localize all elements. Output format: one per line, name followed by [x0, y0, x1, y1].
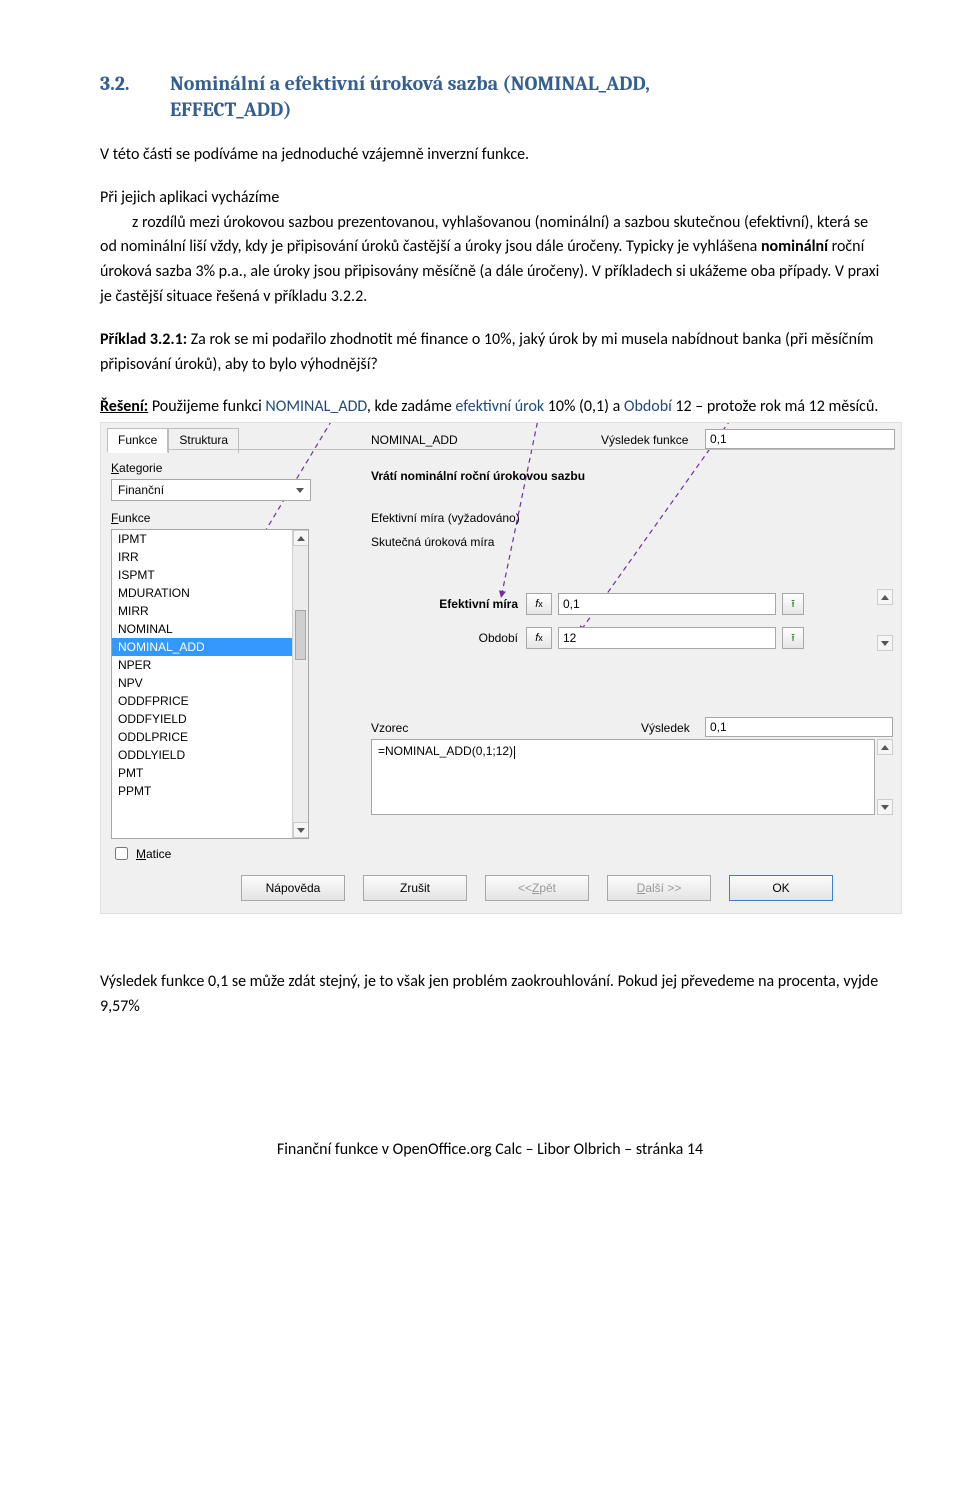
param-input-1[interactable]: 0,1 [558, 593, 776, 615]
solution-label: Řešení: [100, 397, 148, 416]
sol-t3: 10% (0,1) a [544, 397, 624, 416]
param-row-1: Efektivní míra fx 0,1 ⭱ [371, 593, 891, 615]
sol-t1: Použijeme funkci [148, 397, 265, 416]
example-block: Příklad 3.2.1: Za rok se mi podařilo zho… [100, 328, 880, 378]
fx-button-1[interactable]: fx [526, 593, 552, 615]
heading-number: 3.2. [100, 70, 170, 98]
text-cursor [514, 746, 515, 759]
sol-t4: 12 – protože rok má 12 měsíců. [672, 397, 879, 416]
function-list-item[interactable]: PMT [112, 764, 308, 782]
array-label: Matice [136, 847, 171, 861]
formula-label: Vzorec [371, 721, 408, 735]
after-line: Výsledek funkce 0,1 se může zdát stejný,… [100, 972, 878, 1016]
chevron-down-icon [296, 488, 304, 493]
heading-title-1: Nominální a efektivní úroková sazba (NOM… [170, 70, 650, 98]
sol-t2: , kde zadáme [367, 397, 456, 416]
result-label: Výsledek [641, 721, 690, 735]
example-body-head: Za rok se mi podařilo zhodnotit mé finan… [100, 330, 873, 374]
function-list-item[interactable]: NPV [112, 674, 308, 692]
shrink-button-1[interactable]: ⭱ [782, 593, 804, 615]
fn-result-label: Výsledek funkce [601, 433, 688, 447]
function-list-item[interactable]: NPER [112, 656, 308, 674]
param-row-2: Období fx 12 ⭱ [371, 627, 891, 649]
formula-scroll-up-icon[interactable] [877, 739, 893, 755]
params-scroll-up-icon[interactable] [877, 589, 893, 605]
next-button: Další >> [607, 875, 711, 901]
page-footer: Finanční funkce v OpenOffice.org Calc – … [100, 1140, 880, 1183]
array-checkbox[interactable] [115, 847, 128, 860]
fn-description: Vrátí nominální roční úrokovou sazbu [371, 469, 585, 483]
fn-result-box: 0,1 [705, 429, 895, 449]
function-list-item[interactable]: IPMT [112, 530, 308, 548]
ok-button[interactable]: OK [729, 875, 833, 901]
selected-fn-name: NOMINAL_ADD [371, 433, 458, 447]
fx-button-2[interactable]: fx [526, 627, 552, 649]
arg-efektivni: efektivní úrok [455, 397, 544, 416]
category-value: Finanční [118, 483, 164, 497]
array-checkbox-row: Matice [111, 844, 171, 863]
param-label-1: Efektivní míra [371, 597, 526, 611]
category-label: Kategorie [111, 461, 162, 475]
scroll-thumb[interactable] [295, 610, 306, 660]
function-list-item[interactable]: NOMINAL_ADD [112, 638, 308, 656]
param-help-1: Efektivní míra (vyžadováno) [371, 511, 520, 525]
arg-obdobi: Období [624, 397, 672, 416]
paragraph-2: Při jejich aplikaci vycházíme z rozdílů … [100, 186, 880, 310]
p2b: z rozdílů mezi úrokovou sazbou prezentov… [100, 213, 868, 257]
function-list-item[interactable]: PPMT [112, 782, 308, 800]
cancel-button[interactable]: Zrušit [363, 875, 467, 901]
params-scrollbar[interactable] [877, 589, 893, 651]
function-list-item[interactable]: ODDFYIELD [112, 710, 308, 728]
function-list-item[interactable]: MDURATION [112, 584, 308, 602]
function-list-item[interactable]: ISPMT [112, 566, 308, 584]
fn-nominaladd: NOMINAL_ADD [265, 397, 366, 416]
function-list-item[interactable]: MIRR [112, 602, 308, 620]
param-input-2[interactable]: 12 [558, 627, 776, 649]
back-button: << Zpět [485, 875, 589, 901]
function-list-item[interactable]: ODDLPRICE [112, 728, 308, 746]
scroll-down-icon[interactable] [293, 822, 309, 838]
tab-funkce[interactable]: Funkce [107, 428, 168, 453]
function-list-scrollbar[interactable] [292, 530, 308, 838]
p2a: Při jejich aplikaci vycházíme [100, 188, 279, 207]
formula-input[interactable]: =NOMINAL_ADD(0,1;12) [371, 739, 875, 815]
formula-scrollbar[interactable] [877, 739, 893, 815]
paragraph-1: V této části se podíváme na jednoduché v… [100, 143, 880, 168]
formula-scroll-down-icon[interactable] [877, 799, 893, 815]
shrink-button-2[interactable]: ⭱ [782, 627, 804, 649]
params-scroll-down-icon[interactable] [877, 635, 893, 651]
function-list-item[interactable]: ODDLYIELD [112, 746, 308, 764]
function-list-item[interactable]: NOMINAL [112, 620, 308, 638]
function-list-item[interactable]: ODDFPRICE [112, 692, 308, 710]
p2c: nominální [761, 237, 828, 256]
scroll-up-icon[interactable] [293, 530, 309, 546]
solution-block: Řešení: Použijeme funkci NOMINAL_ADD, kd… [100, 395, 880, 420]
category-select[interactable]: Finanční [111, 479, 311, 501]
function-list[interactable]: IPMTIRRISPMTMDURATIONMIRRNOMINALNOMINAL_… [111, 529, 309, 839]
function-label: Funkce [111, 511, 150, 525]
example-label: Příklad 3.2.1: [100, 330, 187, 349]
function-list-item[interactable]: IRR [112, 548, 308, 566]
param-label-2: Období [371, 631, 526, 645]
function-wizard-dialog: Funkce Struktura Kategorie Finanční Funk… [100, 422, 902, 914]
result-box: 0,1 [705, 717, 893, 737]
button-bar: Nápověda Zrušit << Zpět Další >> OK [241, 875, 893, 901]
help-button[interactable]: Nápověda [241, 875, 345, 901]
heading-title-2: EFFECT_ADD) [170, 98, 880, 121]
param-help-2: Skutečná úroková míra [371, 535, 494, 549]
tab-underline [107, 449, 895, 450]
paragraph-after: Výsledek funkce 0,1 se může zdát stejný,… [100, 970, 880, 1020]
